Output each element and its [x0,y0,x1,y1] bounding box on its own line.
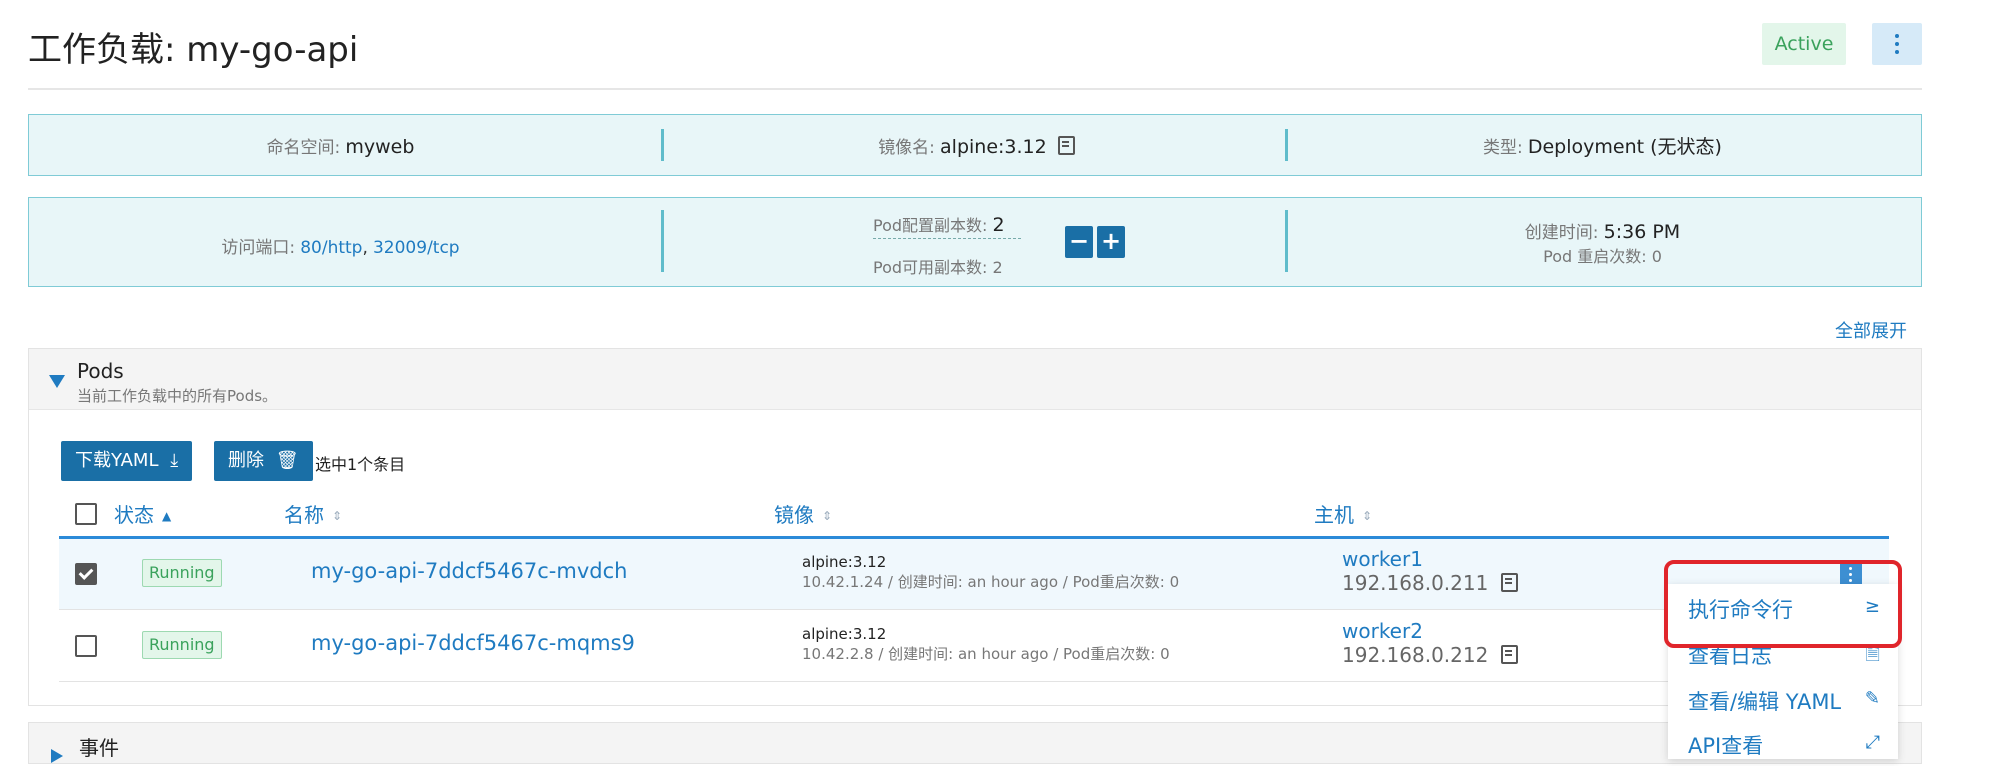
replicas-config-value: 2 [992,214,1005,236]
sort-icon: ⇕ [1362,509,1373,523]
column-header-name-label: 名称 [284,503,324,527]
pod-name-link[interactable]: my-go-api-7ddcf5467c-mvdch [311,559,627,583]
created-value: 5:36 PM [1603,220,1681,243]
annotation-highlight-box [1664,560,1902,648]
download-yaml-button[interactable]: 下载YAML ⤓ [61,441,193,481]
host-link[interactable]: worker2 [1342,619,1423,643]
created-cell: 创建时间: 5:36 PM Pod 重启次数: 0 [1291,198,1914,286]
column-header-name[interactable]: 名称 ⇕ [284,499,342,528]
events-panel-header[interactable]: 事件 [28,722,1922,764]
column-header-host[interactable]: 主机 ⇕ [1314,499,1372,528]
namespace-value: myweb [345,135,415,158]
status-badge: Running [142,559,222,587]
divider [1285,210,1288,272]
more-actions-button[interactable] [1872,23,1922,65]
menu-item-label: API查看 [1688,734,1764,758]
page-title: 工作负载: my-go-api [28,30,359,70]
pods-subtitle: 当前工作负载中的所有Pods。 [77,387,278,405]
column-header-host-label: 主机 [1314,503,1354,527]
copy-icon[interactable] [1500,645,1518,664]
pods-panel: Pods 当前工作负载中的所有Pods。 下载YAML ⤓ 删除 🗑 选中1个条… [28,348,1922,706]
created-label: 创建时间: [1524,222,1599,243]
pod-image-detail: 10.42.2.8 / 创建时间: an hour ago / Pod重启次数:… [802,645,1170,663]
copy-icon[interactable] [1500,573,1518,592]
port-link-http[interactable]: 80/http [300,238,362,258]
ports-label: 访问端口: [221,237,296,258]
column-header-status[interactable]: 状态 ▲ [114,499,171,528]
delete-label: 删除 [228,450,264,471]
download-icon: ⤓ [170,450,179,471]
type-cell: 类型: Deployment (无状态) [1291,115,1914,175]
namespace-cell: 命名空间: myweb [29,115,652,175]
download-yaml-label: 下载YAML [75,450,159,471]
divider [661,129,664,161]
host-ip: 192.168.0.212 [1342,643,1518,667]
status-badge: Active [1762,23,1846,65]
scale-up-button[interactable]: + [1097,226,1125,258]
divider [661,210,664,272]
host-ip-value: 192.168.0.212 [1342,643,1489,667]
menu-item-edit-yaml[interactable]: 查看/编辑 YAML ✎ [1668,678,1898,722]
pod-image: alpine:3.12 [802,625,887,643]
divider [1285,129,1288,161]
image-cell: 镜像名: alpine:3.12 [665,115,1288,175]
column-header-image[interactable]: 镜像 ⇕ [774,499,832,528]
table-row[interactable]: Running my-go-api-7ddcf5467c-mvdch alpin… [59,539,1889,610]
pencil-icon: ✎ [1864,688,1880,709]
host-ip: 192.168.0.211 [1342,571,1518,595]
copy-icon[interactable] [1057,135,1075,155]
image-label: 镜像名: [878,137,935,158]
pod-image: alpine:3.12 [802,553,887,571]
namespace-label: 命名空间: [266,137,341,158]
row-checkbox[interactable] [75,635,97,657]
host-link[interactable]: worker1 [1342,547,1423,571]
kebab-dot [1895,34,1899,38]
api-icon: ⤢ [1865,732,1880,753]
ports-separator: , [362,237,368,258]
restarts-text: Pod 重启次数: 0 [1543,246,1662,266]
column-header-status-label: 状态 [114,503,154,527]
replicas-available: Pod可用副本数: 2 [873,258,1003,277]
host-ip-value: 192.168.0.211 [1342,571,1489,595]
replicas-cell: Pod配置副本数: 2 Pod可用副本数: 2 − + [665,198,1285,286]
header-divider [28,88,1922,90]
sort-asc-icon: ▲ [162,509,172,523]
replicas-config: Pod配置副本数: 2 [873,212,1021,239]
image-value: alpine:3.12 [940,135,1047,158]
pods-panel-header[interactable]: Pods 当前工作负载中的所有Pods。 [29,349,1921,410]
ports-cell: 访问端口: 80/http, 32009/tcp [29,198,652,286]
replicas-config-label: Pod配置副本数: [873,216,988,235]
workload-info-row-2: 访问端口: 80/http, 32009/tcp Pod配置副本数: 2 Pod… [28,197,1922,287]
collapse-triangle-icon[interactable] [49,375,65,388]
sort-icon: ⇕ [332,509,343,523]
pods-title: Pods [77,359,124,383]
expand-triangle-icon[interactable] [51,749,63,763]
kebab-dot [1895,42,1899,46]
scale-down-button[interactable]: − [1065,226,1093,258]
select-all-checkbox[interactable] [75,503,97,525]
type-label: 类型: [1483,137,1523,158]
kebab-dot [1895,50,1899,54]
table-row[interactable]: Running my-go-api-7ddcf5467c-mqms9 alpin… [59,611,1889,682]
pod-name-link[interactable]: my-go-api-7ddcf5467c-mqms9 [311,631,635,655]
menu-item-api-view[interactable]: API查看 ⤢ [1668,722,1898,766]
selection-count: 选中1个条目 [315,455,406,474]
type-value: Deployment (无状态) [1527,135,1722,158]
row-checkbox[interactable] [75,563,97,585]
workload-info-row-1: 命名空间: myweb 镜像名: alpine:3.12 类型: Deploym… [28,114,1922,176]
delete-button[interactable]: 删除 🗑 [214,441,313,481]
status-badge: Running [142,631,222,659]
menu-item-label: 查看/编辑 YAML [1688,690,1842,714]
events-title: 事件 [79,736,119,760]
pod-image-detail: 10.42.1.24 / 创建时间: an hour ago / Pod重启次数… [802,573,1180,591]
trash-icon: 🗑 [275,450,299,471]
sort-icon: ⇕ [822,509,833,523]
column-header-image-label: 镜像 [774,503,814,527]
expand-all-link[interactable]: 全部展开 [1835,317,1907,343]
port-link-tcp[interactable]: 32009/tcp [373,238,460,258]
